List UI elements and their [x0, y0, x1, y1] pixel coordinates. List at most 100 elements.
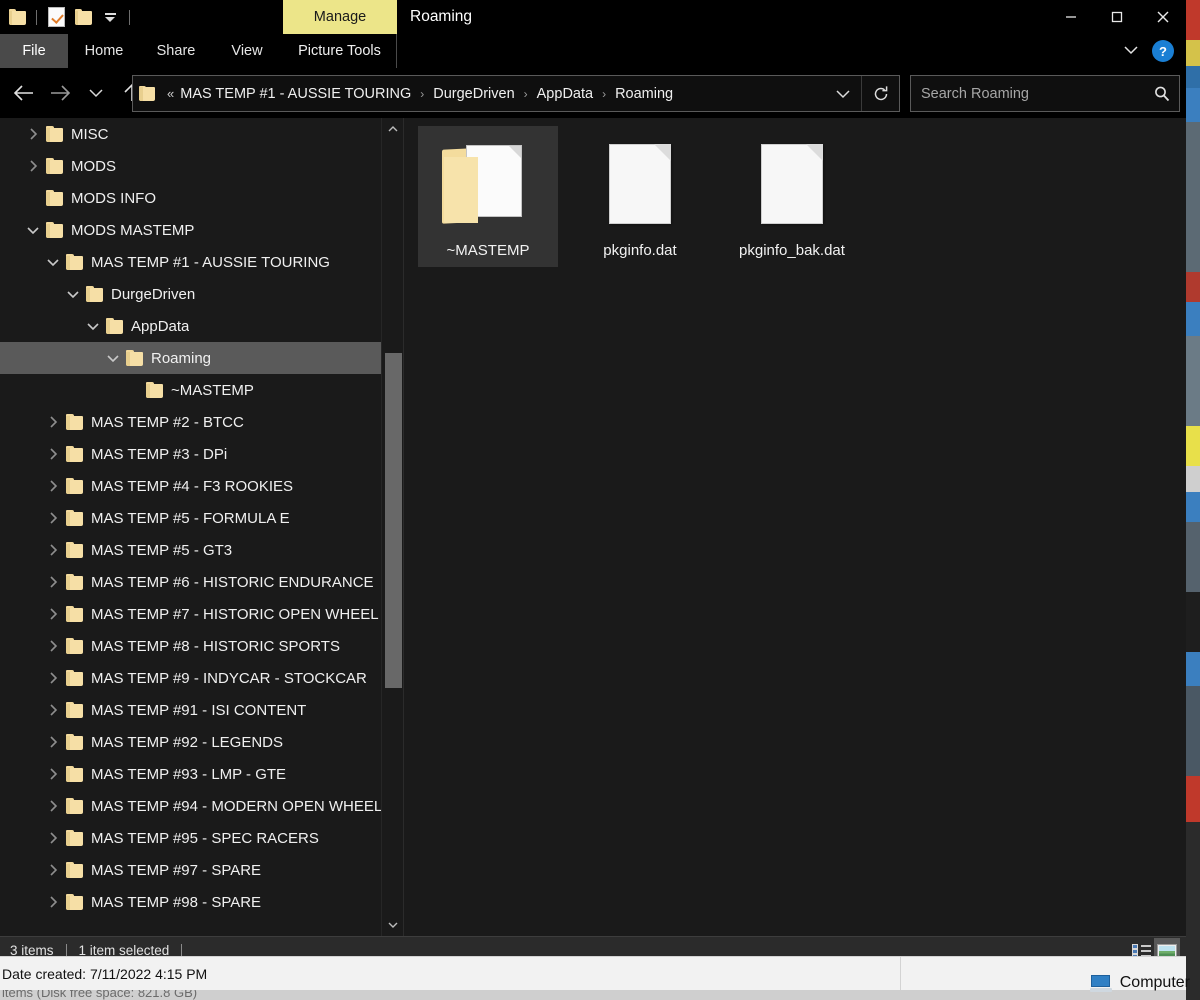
tree-item-misc[interactable]: MISC: [0, 118, 381, 150]
chevron-down-icon[interactable]: [20, 214, 46, 246]
breadcrumb-item-3[interactable]: Roaming: [613, 84, 675, 104]
breadcrumb-item-2[interactable]: AppData: [535, 84, 595, 104]
tree-item-mas-temp-91-isi-content[interactable]: MAS TEMP #91 - ISI CONTENT: [0, 694, 381, 726]
chevron-right-icon[interactable]: [40, 662, 66, 694]
chevron-right-icon[interactable]: [40, 790, 66, 822]
tab-view[interactable]: View: [212, 34, 282, 68]
chevron-right-icon[interactable]: [20, 150, 46, 182]
search-icon[interactable]: [1145, 85, 1179, 103]
tree-item-mas-temp-94-modern-open-wheel[interactable]: MAS TEMP #94 - MODERN OPEN WHEEL: [0, 790, 381, 822]
chevron-right-icon[interactable]: [40, 406, 66, 438]
tree-item-mastemp[interactable]: ~MASTEMP: [0, 374, 381, 406]
breadcrumb-separator[interactable]: ›: [595, 87, 613, 101]
tree-item-mas-temp-5-formula-e[interactable]: MAS TEMP #5 - FORMULA E: [0, 502, 381, 534]
folder-icon: [66, 797, 83, 815]
chevron-right-icon[interactable]: [40, 470, 66, 502]
tree-item-mas-temp-93-lmp-gte[interactable]: MAS TEMP #93 - LMP - GTE: [0, 758, 381, 790]
tree-item-mas-temp-95-spec-racers[interactable]: MAS TEMP #95 - SPEC RACERS: [0, 822, 381, 854]
taskbar-item-computer[interactable]: Computer: [1080, 970, 1200, 996]
breadcrumb-item-1[interactable]: DurgeDriven: [431, 84, 516, 104]
tree-item-mas-temp-97-spare[interactable]: MAS TEMP #97 - SPARE: [0, 854, 381, 886]
scrollbar-thumb[interactable]: [385, 353, 402, 688]
forward-button[interactable]: [42, 73, 78, 113]
recent-locations-dropdown-icon[interactable]: [78, 73, 114, 113]
clipped-status-row: items (Disk free space: 821.8 GB): [0, 990, 1186, 1000]
tree-item-roaming[interactable]: Roaming: [0, 342, 381, 374]
tree-item-mods[interactable]: MODS: [0, 150, 381, 182]
breadcrumb-overflow[interactable]: «: [163, 86, 178, 101]
tree-item-mas-temp-98-spare[interactable]: MAS TEMP #98 - SPARE: [0, 886, 381, 918]
customize-qat-dropdown-icon[interactable]: [99, 6, 121, 28]
tab-home[interactable]: Home: [68, 34, 140, 68]
chevron-right-icon[interactable]: [40, 886, 66, 918]
tree-item-mods-mastemp[interactable]: MODS MASTEMP: [0, 214, 381, 246]
chevron-down-icon[interactable]: [80, 310, 106, 342]
file-list-pane[interactable]: ~MASTEMP pkginfo.dat pkginfo_bak.dat: [403, 118, 1186, 936]
chevron-right-icon[interactable]: [40, 534, 66, 566]
chevron-down-icon[interactable]: [1116, 43, 1146, 60]
breadcrumb-item-0[interactable]: MAS TEMP #1 - AUSSIE TOURING: [178, 84, 413, 104]
scroll-up-icon[interactable]: [382, 118, 403, 140]
tree-item-mas-temp-7-historic-open-wheel[interactable]: MAS TEMP #7 - HISTORIC OPEN WHEEL: [0, 598, 381, 630]
minimize-button[interactable]: [1048, 0, 1094, 34]
file-item[interactable]: pkginfo.dat: [570, 126, 710, 267]
properties-icon[interactable]: [45, 6, 67, 28]
chevron-right-icon[interactable]: [40, 854, 66, 886]
chevron-down-icon[interactable]: [40, 246, 66, 278]
tree-item-appdata[interactable]: AppData: [0, 310, 381, 342]
tree-item-mas-temp-3-dpi[interactable]: MAS TEMP #3 - DPi: [0, 438, 381, 470]
chevron-right-icon[interactable]: [40, 630, 66, 662]
chevron-right-icon[interactable]: [40, 726, 66, 758]
tree-item-label: MAS TEMP #92 - LEGENDS: [91, 733, 284, 751]
tab-picture-tools[interactable]: Picture Tools: [283, 34, 397, 68]
folder-item[interactable]: ~MASTEMP: [418, 126, 558, 267]
address-dropdown-icon[interactable]: [825, 76, 861, 111]
chevron-right-icon[interactable]: [20, 118, 46, 150]
contextual-tab-label: Manage: [313, 9, 367, 25]
tree-item-mas-temp-8-historic-sports[interactable]: MAS TEMP #8 - HISTORIC SPORTS: [0, 630, 381, 662]
tree-item-mas-temp-5-gt3[interactable]: MAS TEMP #5 - GT3: [0, 534, 381, 566]
folder-icon: [126, 349, 143, 367]
tree-item-mas-temp-6-historic-endurance[interactable]: MAS TEMP #6 - HISTORIC ENDURANCE: [0, 566, 381, 598]
chevron-down-icon[interactable]: [60, 278, 86, 310]
chevron-right-icon[interactable]: [40, 502, 66, 534]
tree-item-mas-temp-9-indycar-stockcar[interactable]: MAS TEMP #9 - INDYCAR - STOCKCAR: [0, 662, 381, 694]
search-input[interactable]: [911, 85, 1145, 102]
breadcrumb-separator[interactable]: ›: [413, 87, 431, 101]
tree-item-mas-temp-4-f3-rookies[interactable]: MAS TEMP #4 - F3 ROOKIES: [0, 470, 381, 502]
tab-file[interactable]: File: [0, 34, 68, 68]
breadcrumb-separator[interactable]: ›: [517, 87, 535, 101]
chevron-right-icon[interactable]: [40, 598, 66, 630]
tree-item-mas-temp-92-legends[interactable]: MAS TEMP #92 - LEGENDS: [0, 726, 381, 758]
chevron-down-icon[interactable]: [100, 342, 126, 374]
folder-icon: [66, 253, 83, 271]
help-icon[interactable]: ?: [1152, 40, 1174, 62]
chevron-right-icon[interactable]: [40, 566, 66, 598]
search-box[interactable]: [910, 75, 1180, 112]
chevron-right-icon[interactable]: [40, 438, 66, 470]
folder-icon: [66, 893, 83, 911]
refresh-icon[interactable]: [861, 76, 899, 111]
explorer-icon[interactable]: [6, 6, 28, 28]
new-folder-icon[interactable]: [72, 6, 94, 28]
chevron-right-icon[interactable]: [40, 758, 66, 790]
tab-share[interactable]: Share: [140, 34, 212, 68]
tree-item-mas-temp-2-btcc[interactable]: MAS TEMP #2 - BTCC: [0, 406, 381, 438]
tree-item-mods-info[interactable]: MODS INFO: [0, 182, 381, 214]
folder-icon: [66, 477, 83, 495]
address-bar-row: « MAS TEMP #1 - AUSSIE TOURING › DurgeDr…: [0, 68, 1186, 118]
close-button[interactable]: [1140, 0, 1186, 34]
maximize-button[interactable]: [1094, 0, 1140, 34]
tree-item-mas-temp-1-aussie-touring[interactable]: MAS TEMP #1 - AUSSIE TOURING: [0, 246, 381, 278]
taskbar-item-label: Computer: [1119, 974, 1190, 991]
chevron-right-icon[interactable]: [40, 694, 66, 726]
scroll-down-icon[interactable]: [382, 914, 403, 936]
contextual-tab-manage[interactable]: Manage: [283, 0, 397, 34]
file-item[interactable]: pkginfo_bak.dat: [722, 126, 862, 267]
back-button[interactable]: [6, 73, 42, 113]
folder-icon: [66, 669, 83, 687]
address-bar[interactable]: « MAS TEMP #1 - AUSSIE TOURING › DurgeDr…: [132, 75, 900, 112]
nav-pane-scrollbar[interactable]: [381, 118, 403, 936]
chevron-right-icon[interactable]: [40, 822, 66, 854]
tree-item-durgedriven[interactable]: DurgeDriven: [0, 278, 381, 310]
